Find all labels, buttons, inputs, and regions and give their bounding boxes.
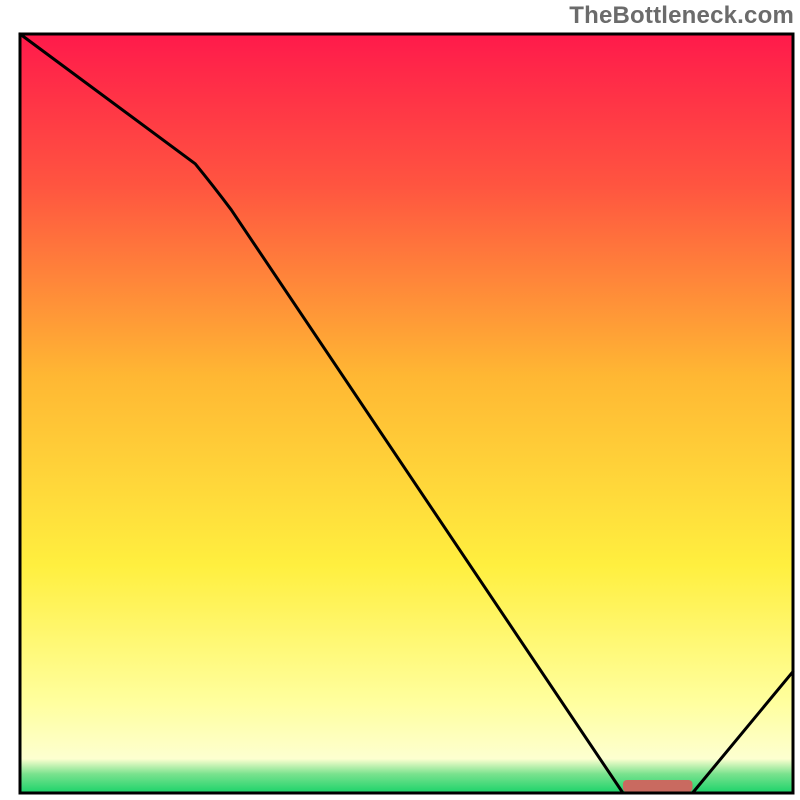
bottleneck-chart — [0, 0, 800, 800]
optimal-band-marker — [623, 780, 693, 792]
plot-background — [20, 34, 793, 793]
chart-stage: TheBottleneck.com — [0, 0, 800, 800]
